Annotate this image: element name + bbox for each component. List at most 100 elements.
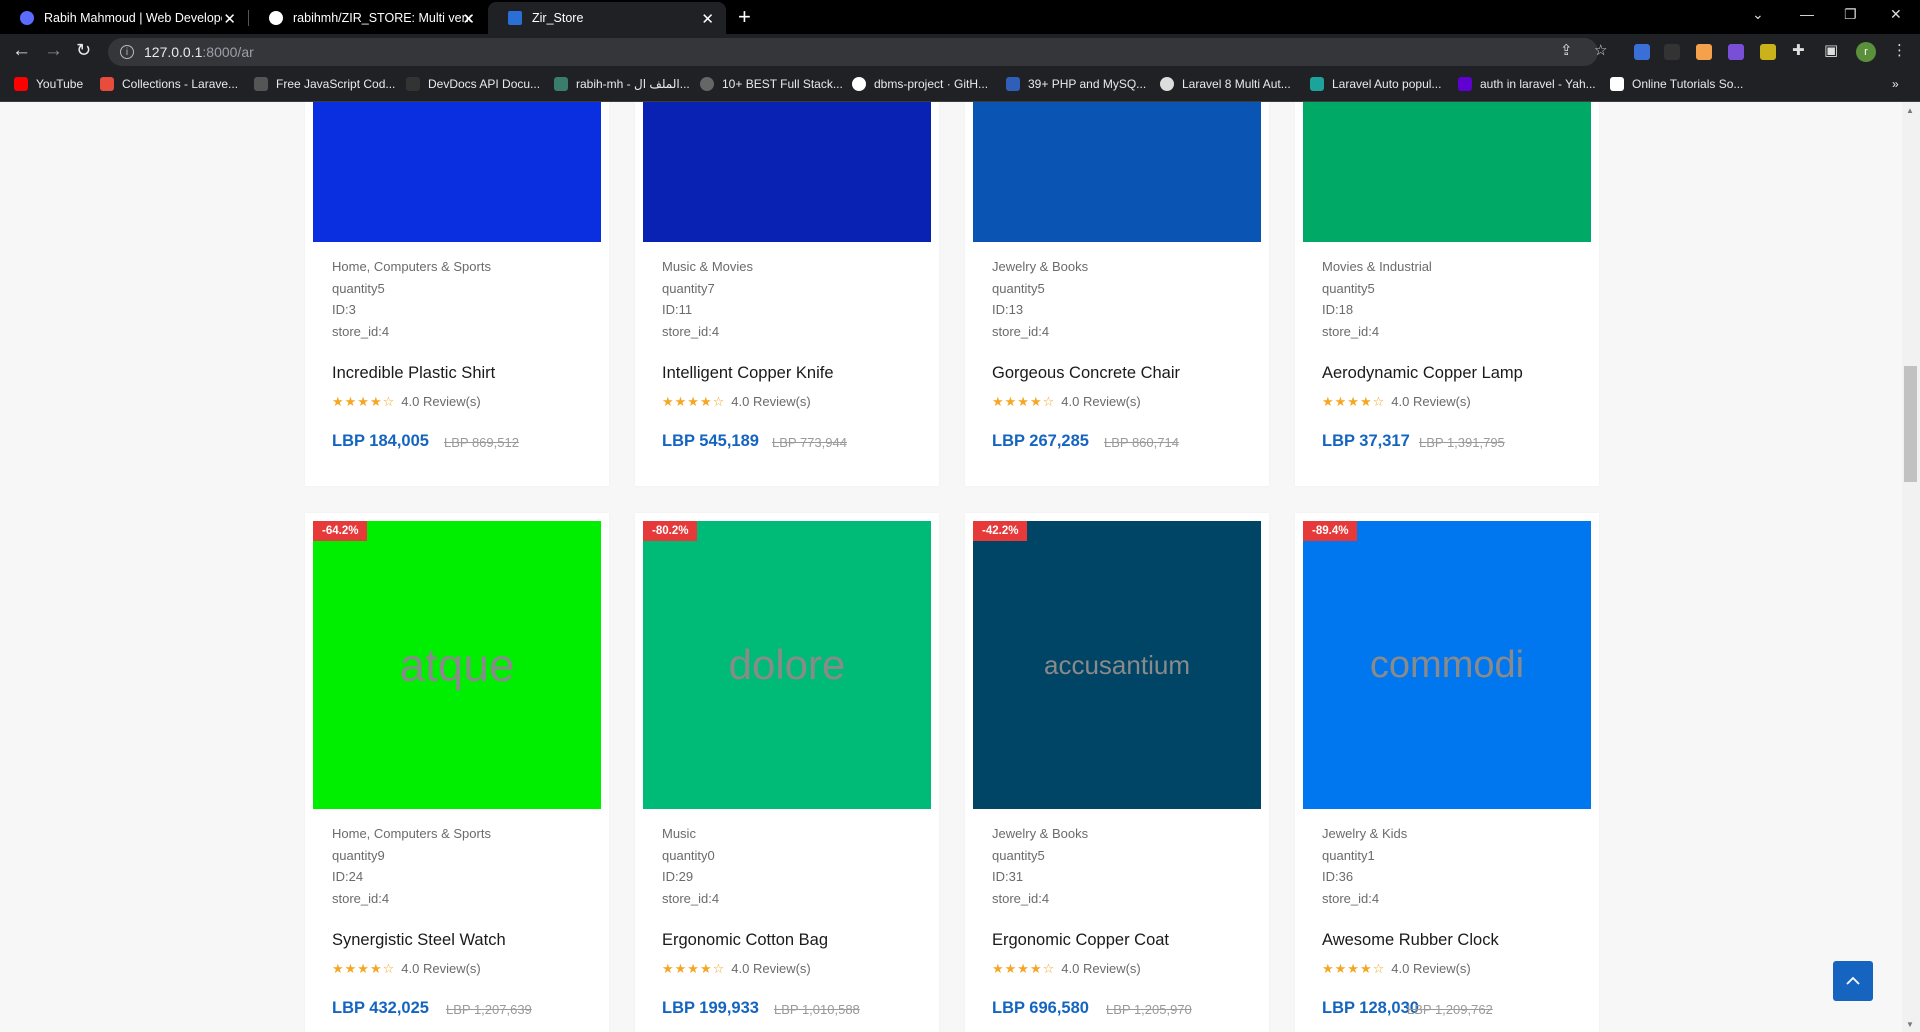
bookmark-label: 39+ PHP and MySQ...: [1028, 77, 1147, 91]
close-window-icon[interactable]: ✕: [1890, 6, 1902, 23]
bookmark-online-tutorials[interactable]: Online Tutorials So...: [1610, 77, 1743, 91]
extensions-puzzle-icon[interactable]: ✚: [1792, 41, 1805, 59]
chevron-up-icon: [1846, 976, 1860, 985]
site-favicon-icon: [1160, 77, 1174, 91]
tab-github[interactable]: rabihmh/ZIR_STORE: Multi vendo ✕: [249, 2, 487, 34]
product-categories[interactable]: Music & Movies: [662, 256, 753, 278]
review-count: 4.0 Review(s): [1061, 961, 1141, 976]
github-icon: [852, 77, 866, 91]
bookmark-full-stack[interactable]: 10+ BEST Full Stack...: [700, 77, 843, 91]
bookmark-laravel-multi-auth[interactable]: Laravel 8 Multi Aut...: [1160, 77, 1291, 91]
product-categories[interactable]: Home, Computers & Sports: [332, 256, 491, 278]
product-store-id: store_id:4: [662, 323, 720, 339]
product-name[interactable]: Ergonomic Copper Coat: [992, 931, 1169, 950]
product-id: ID:31: [992, 869, 1024, 884]
bookmarks-overflow-button[interactable]: »: [1892, 77, 1899, 91]
product-name[interactable]: Awesome Rubber Clock: [1322, 931, 1499, 950]
product-id: ID:29: [662, 869, 694, 884]
bookmark-free-js[interactable]: Free JavaScript Cod...: [254, 77, 395, 91]
tab-close-icon[interactable]: ✕: [223, 10, 236, 28]
product-categories[interactable]: Jewelry & Books: [992, 256, 1088, 278]
extension-icon[interactable]: [1664, 44, 1680, 60]
product-image[interactable]: dolore: [643, 521, 931, 809]
share-icon[interactable]: ⇪: [1560, 41, 1573, 59]
scrollbar-thumb[interactable]: [1904, 366, 1917, 482]
site-info-icon[interactable]: i: [120, 45, 134, 59]
site-favicon-icon: [1610, 77, 1624, 91]
url-host: 127.0.0.1: [144, 44, 203, 60]
restore-icon[interactable]: ❐: [1844, 6, 1857, 23]
product-card[interactable]: ducimus Music & Movies quantity7 ID:11 s…: [635, 102, 939, 486]
minimize-icon[interactable]: —: [1800, 6, 1814, 22]
product-name[interactable]: Synergistic Steel Watch: [332, 931, 506, 950]
bookmark-php-mysql[interactable]: 39+ PHP and MySQ...: [1006, 77, 1146, 91]
product-card[interactable]: atque -64.2% Home, Computers & Sports qu…: [305, 513, 609, 1032]
extension-icon[interactable]: [1728, 44, 1744, 60]
product-card[interactable]: enim Home, Computers & Sports quantity5 …: [305, 102, 609, 486]
back-arrow-icon[interactable]: ←: [12, 40, 31, 62]
product-card[interactable]: accusamus Jewelry & Books quantity5 ID:1…: [965, 102, 1269, 486]
product-card[interactable]: dolore -80.2% Music quantity0 ID:29 stor…: [635, 513, 939, 1032]
page-scrollbar[interactable]: [1902, 102, 1920, 1032]
bookmark-rabih-mh[interactable]: rabih-mh - الملف ال...: [554, 77, 690, 91]
product-categories[interactable]: Jewelry & Kids: [1322, 823, 1407, 845]
tab-title: Rabih Mahmoud | Web Develope: [44, 11, 222, 25]
bookmark-collections[interactable]: Collections - Larave...: [100, 77, 238, 91]
star-rating: ★★★★☆ 4.0 Review(s): [992, 394, 1141, 409]
site-favicon-icon: [1006, 77, 1020, 91]
product-image[interactable]: ducimus: [643, 102, 931, 242]
product-name[interactable]: Ergonomic Cotton Bag: [662, 931, 828, 950]
star-rating: ★★★★☆ 4.0 Review(s): [1322, 961, 1471, 976]
scroll-down-icon[interactable]: ▼: [1906, 1020, 1914, 1029]
product-image[interactable]: commodi: [1303, 521, 1591, 809]
review-count: 4.0 Review(s): [401, 961, 481, 976]
devdocs-icon: [406, 77, 420, 91]
product-categories[interactable]: Music: [662, 823, 719, 845]
extension-icon[interactable]: [1696, 44, 1712, 60]
product-image[interactable]: enim: [313, 102, 601, 242]
new-tab-button[interactable]: +: [738, 4, 751, 30]
product-image[interactable]: accusamus: [973, 102, 1261, 242]
product-name[interactable]: Intelligent Copper Knife: [662, 364, 834, 383]
product-categories[interactable]: Home, Computers & Sports: [332, 823, 491, 845]
discount-badge: -80.2%: [643, 521, 698, 541]
reload-icon[interactable]: ↻: [76, 40, 91, 61]
product-image[interactable]: ut: [1303, 102, 1591, 242]
product-image[interactable]: atque: [313, 521, 601, 809]
translate-extension-icon[interactable]: [1634, 44, 1650, 60]
tab-close-icon[interactable]: ✕: [701, 10, 714, 28]
product-quantity: quantity5: [1322, 280, 1375, 296]
product-meta: Home, Computers & Sports quantity9 ID:24…: [332, 823, 491, 909]
product-card[interactable]: commodi -89.4% Jewelry & Kids quantity1 …: [1295, 513, 1599, 1032]
product-name[interactable]: Gorgeous Concrete Chair: [992, 364, 1180, 383]
current-price: LBP 696,580: [992, 999, 1089, 1017]
tab-portfolio[interactable]: Rabih Mahmoud | Web Develope ✕: [0, 2, 248, 34]
product-card[interactable]: accusantium -42.2% Jewelry & Books quant…: [965, 513, 1269, 1032]
product-image[interactable]: accusantium: [973, 521, 1261, 809]
extension-icon[interactable]: [1760, 44, 1776, 60]
back-to-top-button[interactable]: [1833, 961, 1873, 1001]
bookmark-auth-laravel-yahoo[interactable]: auth in laravel - Yah...: [1458, 77, 1596, 91]
tab-search-icon[interactable]: ⌄: [1752, 6, 1764, 23]
bookmark-laravel-auto-populate[interactable]: Laravel Auto popul...: [1310, 77, 1441, 91]
address-bar[interactable]: i 127.0.0.1:8000/ar: [108, 38, 1598, 66]
product-card[interactable]: ut Movies & Industrial quantity5 ID:18 s…: [1295, 102, 1599, 486]
product-name[interactable]: Incredible Plastic Shirt: [332, 364, 495, 383]
product-categories[interactable]: Movies & Industrial: [1322, 256, 1432, 278]
current-price: LBP 37,317: [1322, 432, 1410, 450]
bookmark-star-icon[interactable]: ☆: [1594, 41, 1607, 59]
forward-arrow-icon[interactable]: →: [44, 40, 63, 62]
profile-avatar[interactable]: r: [1856, 42, 1876, 62]
tab-close-icon[interactable]: ✕: [462, 10, 475, 28]
bookmark-devdocs[interactable]: DevDocs API Docu...: [406, 77, 540, 91]
side-panel-icon[interactable]: ▣: [1824, 41, 1838, 59]
scroll-up-icon[interactable]: ▲: [1906, 106, 1914, 115]
bookmark-dbms-project[interactable]: dbms-project · GitH...: [852, 77, 988, 91]
product-categories[interactable]: Jewelry & Books: [992, 823, 1088, 845]
discount-badge: -89.4%: [1303, 521, 1358, 541]
tab-zir-store[interactable]: Zir_Store ✕: [488, 2, 726, 34]
menu-kebab-icon[interactable]: ⋮: [1892, 41, 1907, 59]
product-name[interactable]: Aerodynamic Copper Lamp: [1322, 364, 1523, 383]
review-count: 4.0 Review(s): [731, 394, 811, 409]
bookmark-youtube[interactable]: YouTube: [14, 77, 83, 91]
